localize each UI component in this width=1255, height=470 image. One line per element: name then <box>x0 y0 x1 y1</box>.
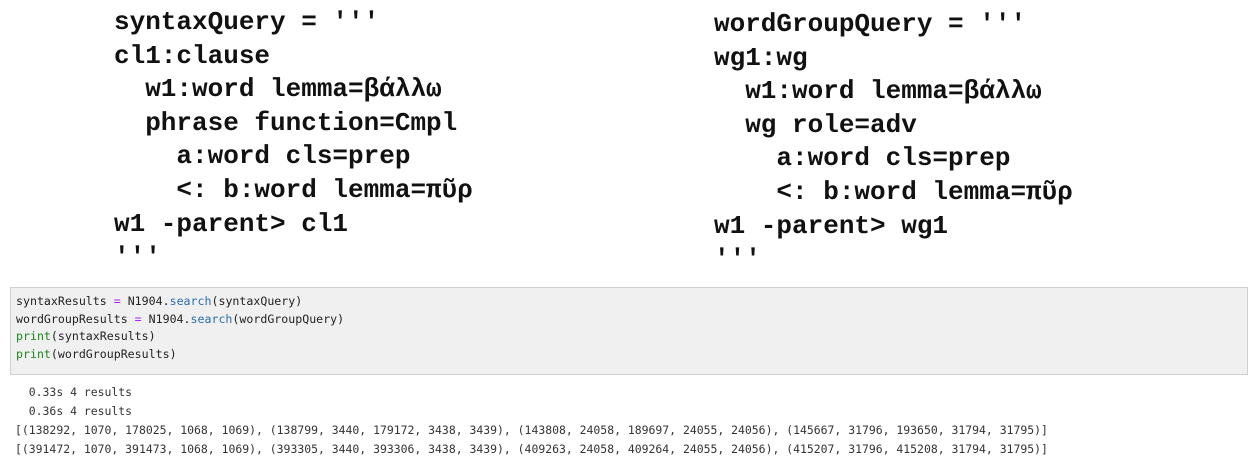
args: (wordGroupResults) <box>50 346 177 361</box>
code-line: ''' <box>114 242 161 273</box>
code-line: a:word cls=prep <box>714 143 1011 174</box>
object: N1904. <box>120 294 170 308</box>
output-line: 0.36s 4 results <box>15 404 133 418</box>
output-line: [(391472, 1070, 391473, 1068, 1069), (39… <box>15 442 1048 456</box>
cell-output: 0.33s 4 results 0.36s 4 results [(138292,… <box>15 383 1048 459</box>
method: search <box>190 311 233 326</box>
operator: = <box>113 294 121 308</box>
object: N1904. <box>141 311 191 326</box>
output-line: [(138292, 1070, 178025, 1068, 1069), (13… <box>15 423 1048 437</box>
args: (wordGroupQuery) <box>232 311 345 326</box>
operator: = <box>134 311 142 326</box>
code-cell-input[interactable]: syntaxResults = N1904.search(syntaxQuery… <box>10 287 1248 375</box>
variable: syntaxResults <box>16 294 114 308</box>
code-line: print(wordGroupResults) <box>16 346 1247 364</box>
code-line: w1 -parent> wg1 <box>714 210 949 241</box>
code-line: wordGroupQuery = ''' <box>714 9 1027 39</box>
code-line: w1:word lemma=βάλλω <box>714 76 1042 107</box>
builtin: print <box>16 346 51 361</box>
code-line: cl1:clause <box>114 40 271 71</box>
code-line: wordGroupResults = N1904.search(wordGrou… <box>16 311 1247 329</box>
syntax-query-code: syntaxQuery = ''' cl1:clause w1:word lemm… <box>114 6 473 275</box>
builtin: print <box>16 329 51 343</box>
code-line: w1:word lemma=βάλλω <box>114 74 442 105</box>
args: (syntaxQuery) <box>211 294 303 308</box>
code-line: ''' <box>714 244 761 275</box>
code-line: wg role=adv <box>714 109 917 140</box>
code-line: <: b:word lemma=πῦρ <box>114 174 473 205</box>
method: search <box>169 294 212 308</box>
code-line: print(syntaxResults) <box>16 328 1247 346</box>
code-line: <: b:word lemma=πῦρ <box>714 176 1073 207</box>
output-line: 0.33s 4 results <box>15 385 133 399</box>
code-line: phrase function=Cmpl <box>114 107 458 138</box>
variable: wordGroupResults <box>16 311 135 326</box>
wordgroup-query-code: wordGroupQuery = ''' wg1:wg w1:word lemma… <box>714 8 1073 277</box>
code-line: syntaxQuery = ''' <box>114 7 380 37</box>
code-line: w1 -parent> cl1 <box>114 208 349 239</box>
code-line: a:word cls=prep <box>114 141 411 172</box>
code-line: wg1:wg <box>714 42 808 73</box>
args: (syntaxResults) <box>50 329 156 343</box>
code-line: syntaxResults = N1904.search(syntaxQuery… <box>16 293 1247 311</box>
